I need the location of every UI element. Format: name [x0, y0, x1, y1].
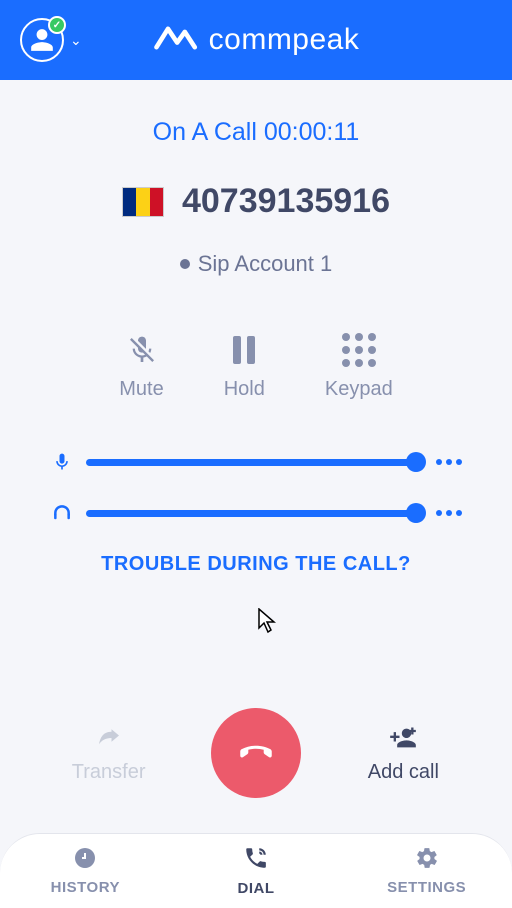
hangup-icon [235, 730, 277, 777]
sip-account: Sip Account 1 [30, 251, 482, 277]
account-menu[interactable]: ⌄ [20, 18, 82, 62]
gear-icon [415, 846, 439, 875]
hold-label: Hold [224, 378, 265, 401]
mute-icon [124, 332, 160, 368]
status-online-icon [48, 16, 66, 34]
speaker-volume-row [30, 503, 482, 523]
speaker-more-button[interactable] [436, 510, 462, 516]
tab-bar: HISTORY DIAL SETTINGS [0, 833, 512, 908]
transfer-label: Transfer [72, 761, 146, 784]
tab-settings-label: SETTINGS [387, 879, 466, 896]
brand-logo-icon [153, 20, 199, 61]
slider-thumb[interactable] [406, 503, 426, 523]
keypad-label: Keypad [325, 378, 393, 401]
sip-account-label: Sip Account 1 [198, 251, 333, 277]
tab-dial[interactable]: DIAL [171, 834, 342, 908]
bullet-icon [180, 259, 190, 269]
mute-label: Mute [119, 378, 163, 401]
call-panel: On A Call 00:00:11 40739135916 Sip Accou… [0, 80, 512, 576]
cursor-icon [258, 608, 278, 634]
tab-settings[interactable]: SETTINGS [341, 834, 512, 908]
call-timer: 00:00:11 [264, 118, 359, 146]
mic-more-button[interactable] [436, 459, 462, 465]
brand-name: commpeak [209, 23, 360, 57]
number-row: 40739135916 [30, 182, 482, 221]
hold-button[interactable]: Hold [224, 332, 265, 401]
mic-volume-row [30, 451, 482, 473]
dial-icon [243, 845, 269, 876]
speaker-volume-slider[interactable] [86, 510, 424, 517]
tab-dial-label: DIAL [238, 880, 275, 897]
keypad-icon [341, 332, 377, 368]
call-controls: Mute Hold Keypad [30, 332, 482, 401]
avatar [20, 18, 64, 62]
add-call-label: Add call [368, 761, 439, 784]
phone-number: 40739135916 [182, 182, 390, 221]
brand: commpeak [153, 20, 360, 61]
call-actions: Transfer Add call [0, 708, 512, 798]
trouble-link[interactable]: TROUBLE DURING THE CALL? [30, 553, 482, 576]
tab-history[interactable]: HISTORY [0, 834, 171, 908]
transfer-icon [91, 723, 127, 753]
call-status: On A Call 00:00:11 [30, 118, 482, 147]
mute-button[interactable]: Mute [119, 332, 163, 401]
transfer-button[interactable]: Transfer [54, 723, 164, 784]
call-status-text: On A Call [153, 118, 257, 146]
history-icon [73, 846, 97, 875]
add-call-button[interactable]: Add call [348, 723, 458, 784]
mic-volume-slider[interactable] [86, 459, 424, 466]
pause-icon [226, 332, 262, 368]
chevron-down-icon: ⌄ [70, 32, 82, 49]
slider-thumb[interactable] [406, 452, 426, 472]
hangup-button[interactable] [211, 708, 301, 798]
headphones-icon [50, 503, 74, 523]
app-header: ⌄ commpeak [0, 0, 512, 80]
flag-romania-icon [122, 187, 164, 217]
keypad-button[interactable]: Keypad [325, 332, 393, 401]
add-person-icon [385, 723, 421, 753]
microphone-icon [50, 451, 74, 473]
tab-history-label: HISTORY [51, 879, 120, 896]
